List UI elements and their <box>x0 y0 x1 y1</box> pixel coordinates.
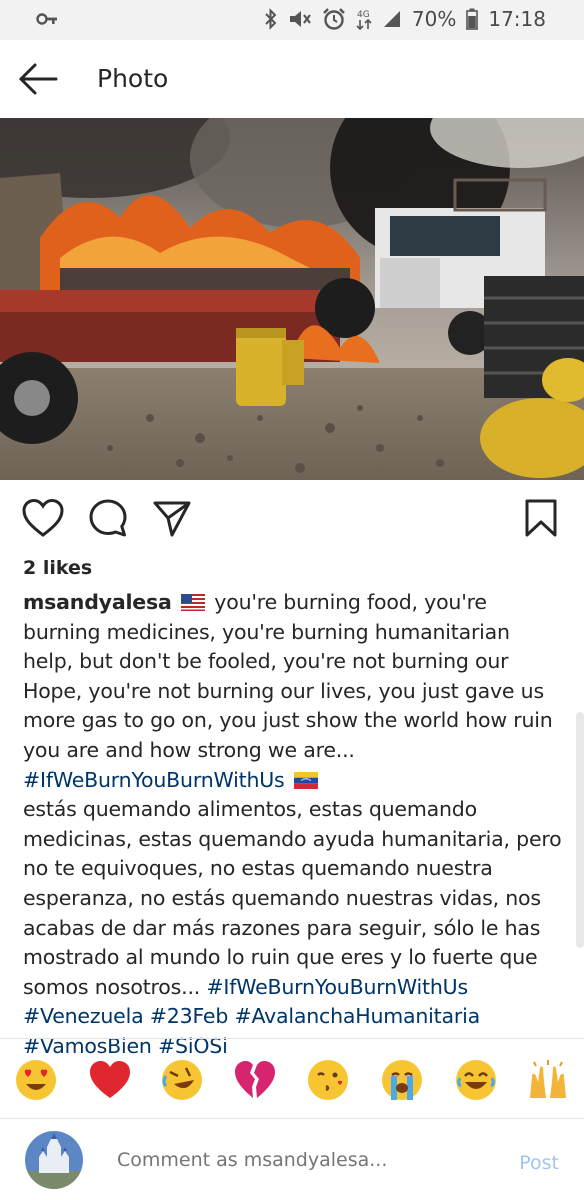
comment-bar: Post <box>0 1119 584 1200</box>
post-caption: msandyalesa you're burning food, you're … <box>23 588 563 1062</box>
heart-eyes-emoji-icon[interactable] <box>14 1058 58 1102</box>
comment-input[interactable] <box>117 1149 487 1171</box>
svg-text:4G: 4G <box>357 10 370 20</box>
avatar[interactable] <box>25 1131 83 1189</box>
key-icon <box>36 13 57 25</box>
bluetooth-icon <box>265 8 277 30</box>
comment-icon[interactable] <box>88 498 128 538</box>
bookmark-icon[interactable] <box>523 498 559 538</box>
tears-of-joy-emoji-icon[interactable] <box>454 1058 498 1102</box>
post-photo[interactable] <box>0 118 584 480</box>
emoji-bar <box>0 1040 584 1120</box>
back-arrow-icon[interactable] <box>18 62 58 96</box>
post-actions <box>0 480 584 555</box>
signal-icon <box>383 11 400 27</box>
share-icon[interactable] <box>152 498 192 538</box>
hashtag[interactable]: #Venezuela <box>23 1004 144 1028</box>
mute-icon <box>289 11 311 27</box>
scrollbar[interactable] <box>576 712 584 948</box>
raising-hands-emoji-icon[interactable] <box>526 1058 570 1102</box>
hashtag[interactable]: #23Feb <box>150 1004 229 1028</box>
app-bar: Photo <box>0 40 584 119</box>
caption-spanish: estás quemando alimentos, estas quemando… <box>23 797 562 999</box>
heart-icon[interactable] <box>22 498 64 538</box>
kissing-wink-emoji-icon[interactable] <box>306 1058 350 1102</box>
rolling-laughing-emoji-icon[interactable] <box>160 1058 204 1102</box>
hashtag[interactable]: #AvalanchaHumanitaria <box>234 1004 480 1028</box>
hashtag[interactable]: #IfWeBurnYouBurnWithUs <box>206 975 468 999</box>
venezuela-flag-icon <box>293 771 318 789</box>
caption-english: you're burning food, you're burning medi… <box>23 590 553 762</box>
caption-username[interactable]: msandyalesa <box>23 590 172 614</box>
status-bar: 4G 70% 17:18 <box>0 0 584 40</box>
alarm-icon <box>323 8 345 30</box>
loudly-crying-emoji-icon[interactable] <box>380 1058 424 1102</box>
divider <box>0 1038 584 1039</box>
battery-icon <box>466 8 479 30</box>
clock: 17:18 <box>488 7 546 31</box>
likes-count[interactable]: 2 likes <box>23 557 92 579</box>
us-flag-icon <box>180 594 205 611</box>
hashtag[interactable]: #IfWeBurnYouBurnWithUs <box>23 768 285 792</box>
post-button[interactable]: Post <box>519 1152 559 1174</box>
4g-icon: 4G <box>356 10 372 31</box>
red-heart-emoji-icon[interactable] <box>88 1058 132 1102</box>
broken-heart-emoji-icon[interactable] <box>233 1058 277 1102</box>
battery-percent: 70% <box>411 7 457 31</box>
page-title: Photo <box>97 64 169 93</box>
